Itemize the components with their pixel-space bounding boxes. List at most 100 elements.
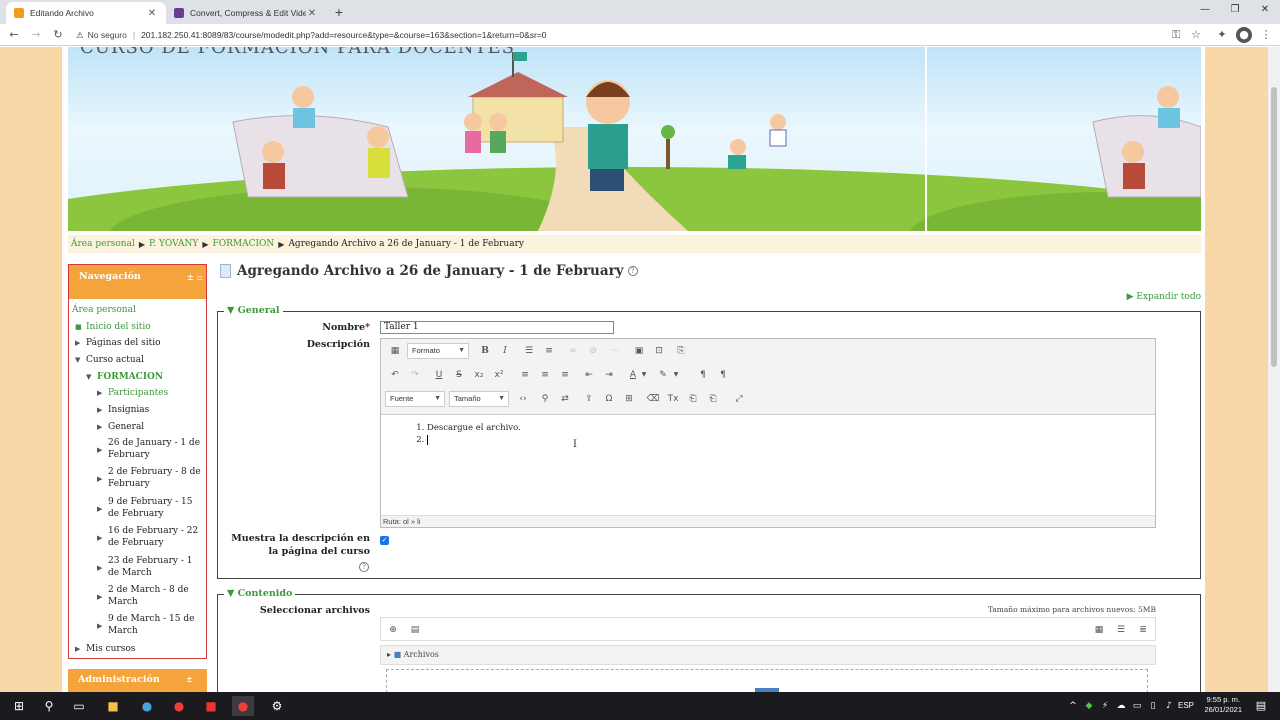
toolbar-toggle-icon[interactable]: ▦: [387, 343, 403, 359]
nav-insignias[interactable]: ▶ Insignias: [97, 404, 149, 416]
paste-text-icon[interactable]: ⎗: [685, 391, 701, 407]
grid-view-icon[interactable]: ▦: [1091, 622, 1107, 638]
chrome-active-icon[interactable]: ●: [232, 696, 254, 716]
add-file-icon[interactable]: ⊕: [385, 622, 401, 638]
nav-week-4[interactable]: ▶ 16 de February - 22 de February: [97, 525, 204, 549]
clear-format-icon[interactable]: ⌫: [645, 391, 661, 407]
nav-formacion[interactable]: ▼ FORMACION: [86, 371, 163, 383]
file-explorer-icon[interactable]: ■: [102, 696, 124, 716]
windows-start-icon[interactable]: ⊞: [8, 696, 30, 716]
chevron-down-icon[interactable]: ▼: [671, 367, 681, 383]
file-drop-zone[interactable]: [386, 669, 1148, 692]
outdent-icon[interactable]: ⇤: [581, 367, 597, 383]
avatar[interactable]: ●: [1236, 27, 1252, 43]
code-icon[interactable]: ‹›: [515, 391, 531, 407]
edge-icon[interactable]: ●: [136, 696, 158, 716]
strikethrough-icon[interactable]: S: [451, 367, 467, 383]
table-icon[interactable]: ⊞: [621, 391, 637, 407]
undo-icon[interactable]: ↶: [387, 367, 403, 383]
nav-area-personal[interactable]: Área personal: [72, 304, 136, 316]
tab-editando-archivo[interactable]: Editando Archivo ✕: [6, 2, 166, 24]
dock-icon[interactable]: ±: [187, 272, 194, 282]
extensions-icon[interactable]: ✦: [1214, 27, 1230, 43]
nav-curso-actual[interactable]: ▼ Curso actual: [75, 354, 144, 366]
align-center-icon[interactable]: ≡: [537, 367, 553, 383]
remove-format-icon[interactable]: Tx: [665, 391, 681, 407]
archivos-folder[interactable]: Archivos: [404, 650, 439, 659]
menu-icon[interactable]: ⋮: [1258, 27, 1274, 43]
rtl-icon[interactable]: ¶: [715, 367, 731, 383]
nav-week-5[interactable]: ▶ 23 de February - 1 de March: [97, 555, 204, 579]
create-folder-icon[interactable]: ▤: [407, 622, 423, 638]
minimize-button[interactable]: —: [1190, 4, 1220, 15]
breadcrumb-formacion[interactable]: FORMACION: [212, 239, 274, 249]
key-icon[interactable]: ⚿: [1168, 27, 1184, 43]
link-icon[interactable]: ∞: [565, 343, 581, 359]
font-select[interactable]: Fuente ▼: [385, 391, 445, 407]
breadcrumb-course[interactable]: P. YOVANY: [149, 239, 198, 249]
unlink-icon[interactable]: ⊘: [585, 343, 601, 359]
chevron-down-icon[interactable]: ▼: [639, 367, 649, 383]
new-tab-button[interactable]: +: [330, 3, 348, 21]
upload-icon[interactable]: ⇪: [581, 391, 597, 407]
maximize-button[interactable]: ❐: [1220, 4, 1250, 15]
numbered-list-icon[interactable]: ≡: [541, 343, 557, 359]
indent-icon[interactable]: ⇥: [601, 367, 617, 383]
nav-participantes[interactable]: ▶ Participantes: [97, 387, 168, 399]
nav-mis-cursos[interactable]: ▶ Mis cursos: [75, 643, 135, 655]
expand-all-link[interactable]: ▶ Expandir todo: [1127, 292, 1201, 302]
fullscreen-icon[interactable]: ⤢: [731, 391, 747, 407]
breadcrumb-area-personal[interactable]: Área personal: [71, 239, 135, 249]
media-icon[interactable]: ⊡: [651, 343, 667, 359]
nav-week-2[interactable]: ▶ 2 de February - 8 de February: [97, 466, 204, 490]
file-manager-icon[interactable]: ⎘: [673, 343, 689, 359]
superscript-icon[interactable]: x²: [491, 367, 507, 383]
dock-icon[interactable]: ±: [186, 674, 193, 684]
background-color-icon[interactable]: ✎: [655, 367, 671, 383]
list-view-icon[interactable]: ☰: [1113, 622, 1129, 638]
show-description-checkbox[interactable]: ✓: [380, 536, 389, 545]
back-icon[interactable]: ←: [6, 27, 22, 43]
help-icon[interactable]: ?: [627, 266, 638, 276]
nav-week-6[interactable]: ▶ 2 de March - 8 de March: [97, 584, 204, 608]
close-tab-icon[interactable]: ✕: [306, 8, 318, 19]
help-icon[interactable]: ?: [359, 562, 369, 572]
contenido-legend[interactable]: ▼ Contenido: [224, 588, 296, 599]
find-icon[interactable]: ⚲: [537, 391, 553, 407]
clock[interactable]: 9:55 p. m. 26/01/2021: [1204, 695, 1242, 715]
chrome-icon[interactable]: ●: [168, 696, 190, 716]
bullet-list-icon[interactable]: ☰: [521, 343, 537, 359]
nav-general[interactable]: ▶ General: [97, 421, 144, 433]
administration-header[interactable]: Administración ±: [68, 669, 207, 692]
language-indicator[interactable]: ESP: [1176, 696, 1196, 716]
nav-week-1[interactable]: ▶ 26 de January - 1 de February: [97, 437, 204, 461]
nombre-input[interactable]: Taller 1: [380, 321, 614, 334]
paste-word-icon[interactable]: ⎗: [705, 391, 721, 407]
align-left-icon[interactable]: ≡: [517, 367, 533, 383]
nav-inicio[interactable]: ■ Inicio del sitio: [75, 321, 151, 333]
editor-content[interactable]: Descargue el archivo. I: [381, 415, 1155, 515]
special-char-icon[interactable]: Ω: [601, 391, 617, 407]
subscript-icon[interactable]: x₂: [471, 367, 487, 383]
size-select[interactable]: Tamaño ▼: [449, 391, 509, 407]
notifications-icon[interactable]: ▤: [1250, 696, 1272, 716]
reload-icon[interactable]: ↻: [50, 27, 66, 43]
redo-icon[interactable]: ↷: [407, 367, 423, 383]
close-window-button[interactable]: ✕: [1250, 4, 1280, 15]
general-legend[interactable]: ▼ General: [224, 305, 283, 316]
forward-icon[interactable]: →: [28, 27, 44, 43]
bold-icon[interactable]: B: [477, 343, 493, 359]
close-tab-icon[interactable]: ✕: [146, 8, 158, 19]
image-icon[interactable]: ▣: [631, 343, 647, 359]
star-icon[interactable]: ☆: [1188, 27, 1204, 43]
url-field[interactable]: ⚠ No seguro | 201.182.250.41:8089/83/cou…: [76, 27, 1206, 43]
nav-week-7[interactable]: ▶ 9 de March - 15 de March: [97, 613, 204, 637]
replace-icon[interactable]: ⇄: [557, 391, 573, 407]
settings-icon[interactable]: ▫: [197, 272, 202, 282]
page-scrollbar[interactable]: [1268, 47, 1280, 692]
italic-icon[interactable]: I: [497, 343, 513, 359]
task-view-icon[interactable]: ▭: [68, 696, 90, 716]
nav-week-3[interactable]: ▶ 9 de February - 15 de February: [97, 496, 204, 520]
nav-paginas[interactable]: ▶ Páginas del sitio: [75, 337, 161, 349]
format-select[interactable]: Formato ▼: [407, 343, 469, 359]
